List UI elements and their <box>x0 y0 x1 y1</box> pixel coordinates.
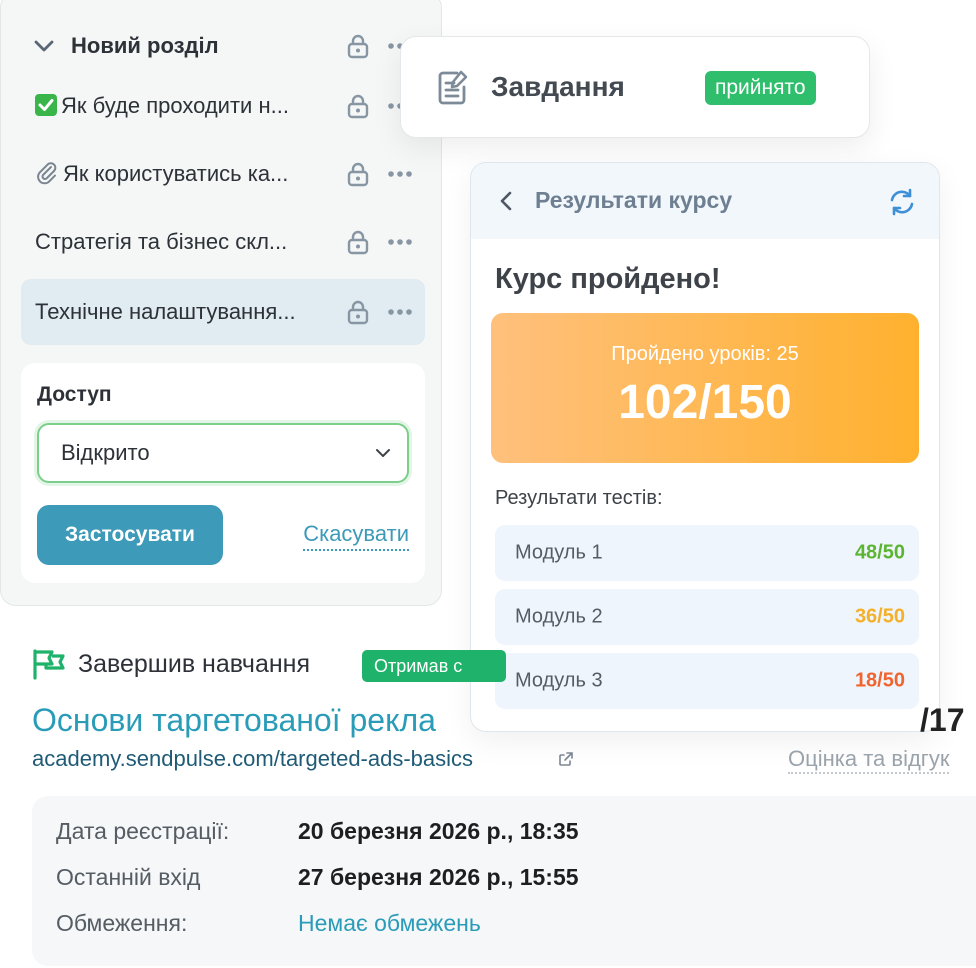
info-value: 27 березня 2026 р., 15:55 <box>298 864 579 890</box>
chevron-down-icon[interactable] <box>33 35 55 57</box>
task-card: Завдання прийнято <box>400 36 870 138</box>
course-url-link[interactable]: academy.sendpulse.com/targeted-ads-basic… <box>32 746 473 772</box>
info-label: Останній вхід <box>56 864 201 890</box>
access-select[interactable]: Відкрито <box>37 423 409 483</box>
more-icon[interactable] <box>387 170 413 178</box>
score-box: Пройдено уроків: 25 102/150 <box>491 313 919 463</box>
lesson-row[interactable]: Стратегія та бізнес скл... <box>21 209 425 275</box>
results-header: Результати курсу <box>471 163 939 239</box>
course-done-heading: Курс пройдено! <box>495 263 721 295</box>
module-name: Модуль 1 <box>515 541 603 564</box>
lesson-row[interactable]: Як користуватись ка... <box>21 141 425 207</box>
info-label: Обмеження: <box>56 910 188 936</box>
lessons-passed: Пройдено уроків: 25 <box>611 343 799 365</box>
total-score: 102/150 <box>618 376 792 429</box>
module-score: 18/50 <box>854 669 905 692</box>
lock-icon[interactable] <box>345 33 371 59</box>
task-icon <box>433 67 473 107</box>
info-value: 20 березня 2026 р., 18:35 <box>298 818 579 844</box>
paperclip-icon <box>35 161 59 185</box>
review-link[interactable]: Оцінка та відгук <box>788 746 950 774</box>
course-results-card: Результати курсу Курс пройдено! Пройдено… <box>470 162 940 732</box>
access-title: Доступ <box>37 383 112 406</box>
lesson-label: Як буде проходити н... <box>35 93 327 119</box>
lock-icon[interactable] <box>345 299 371 325</box>
apply-button[interactable]: Застосувати <box>37 505 223 565</box>
access-card: Доступ Відкрито Застосувати Скасувати <box>21 363 425 583</box>
more-icon[interactable] <box>387 238 413 246</box>
lock-icon[interactable] <box>345 93 371 119</box>
check-icon <box>35 94 57 116</box>
module-score: 48/50 <box>854 541 905 564</box>
task-status-badge: прийнято <box>705 71 816 105</box>
course-title-link[interactable]: Основи таргетованої рекла <box>32 702 472 739</box>
refresh-icon[interactable] <box>887 187 917 217</box>
section-title: Новий розділ <box>71 33 219 58</box>
restrictions-link[interactable]: Немає обмежень <box>298 910 481 937</box>
cancel-link[interactable]: Скасувати <box>303 521 409 551</box>
external-link-icon[interactable] <box>558 751 574 767</box>
section-row[interactable]: Новий розділ <box>21 13 425 79</box>
lesson-label: Технічне налаштування... <box>35 299 296 324</box>
received-badge: Отримав с <box>362 650 506 682</box>
module-name: Модуль 2 <box>515 605 603 628</box>
lock-icon[interactable] <box>345 161 371 187</box>
lesson-row-selected[interactable]: Технічне налаштування... <box>21 279 425 345</box>
course-count: /17 <box>920 702 965 738</box>
lesson-label: Як користуватись ка... <box>35 161 327 187</box>
access-select-value: Відкрито <box>61 440 150 465</box>
info-label: Дата реєстрації: <box>56 818 230 844</box>
module-row: Модуль 1 48/50 <box>495 525 919 581</box>
more-icon[interactable] <box>387 308 413 316</box>
lesson-label: Стратегія та бізнес скл... <box>35 229 288 254</box>
course-structure-panel: Новий розділ Як буде проходити н... Як к… <box>0 0 442 606</box>
module-name: Модуль 3 <box>515 669 603 692</box>
module-row: Модуль 2 36/50 <box>495 589 919 645</box>
tests-label: Результати тестів: <box>495 487 663 509</box>
flag-icon <box>32 648 66 680</box>
results-header-title: Результати курсу <box>535 187 733 213</box>
module-row: Модуль 3 18/50 <box>495 653 919 709</box>
back-icon[interactable] <box>499 191 513 211</box>
finished-text: Завершив навчання <box>78 650 311 678</box>
lock-icon[interactable] <box>345 229 371 255</box>
task-title: Завдання <box>491 71 625 102</box>
chevron-down-icon <box>373 443 393 463</box>
lesson-row[interactable]: Як буде проходити н... <box>21 73 425 139</box>
module-score: 36/50 <box>854 605 905 628</box>
enrollment-info-card: Дата реєстрації: 20 березня 2026 р., 18:… <box>32 796 976 966</box>
